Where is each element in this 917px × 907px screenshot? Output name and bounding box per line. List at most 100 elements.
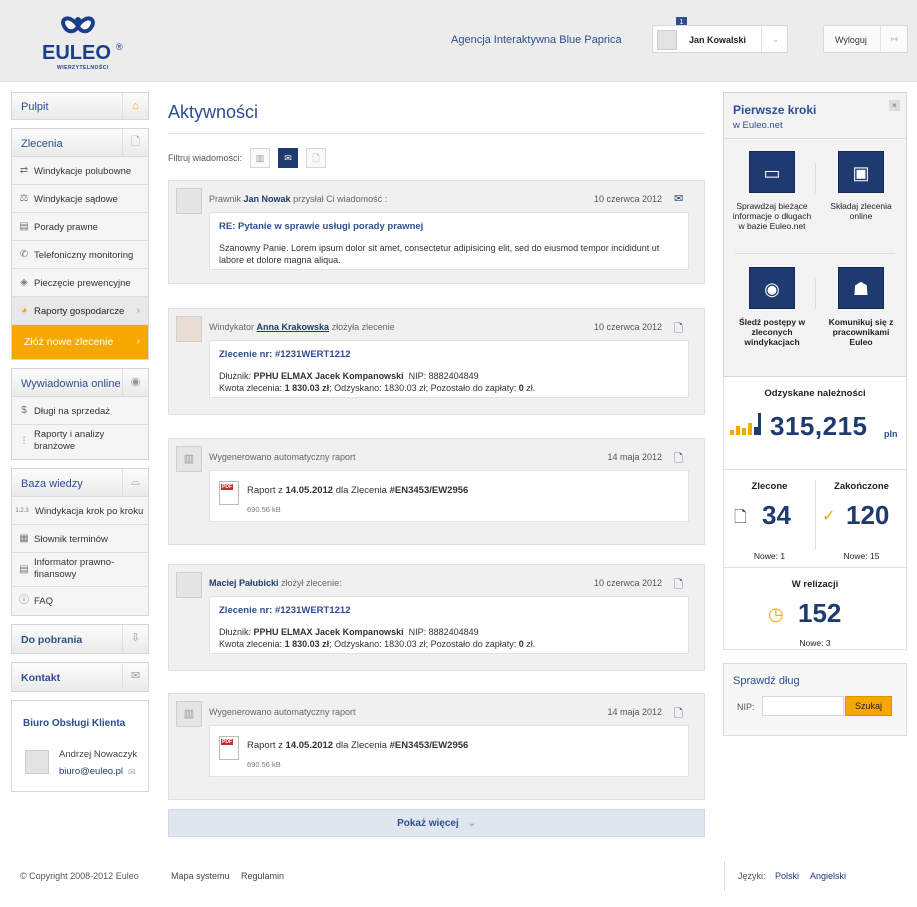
completed-stat[interactable]: Zakończone ✓ 120 Nowe: 15 [816,470,907,568]
activity-header: Wygenerowano automatyczny raport [209,707,356,717]
envelope-icon: ✉ [674,193,684,205]
sender-avatar [176,316,202,342]
logout-button[interactable]: Wyloguj ↦ [823,25,908,53]
sidebar-header-orders[interactable]: Zlecenia 🗋 [12,129,148,157]
right-panel: Pierwsze kroki w Euleo.net × ▭ Sprawdzaj… [723,92,907,736]
sidebar-header-online[interactable]: Wywiadownia online ◉ [12,369,148,397]
sitemap-link[interactable]: Mapa systemu [171,871,230,881]
sidebar-header-label: Kontakt [21,672,61,684]
inbox-icon: ▭ [749,151,795,193]
amount-label: Kwota zlecenia: [219,383,283,393]
step-check-debts[interactable]: ▭ Sprawdzaj bieżące informacje o długach… [731,151,813,231]
person-icon: ☗ [838,267,884,309]
nip-input[interactable] [762,696,844,716]
user-menu[interactable]: Jan Kowalski ⌄ [652,25,788,53]
in-progress-stat[interactable]: W relizacji ◷ 152 Nowe: 3 [723,568,907,650]
search-button[interactable]: Szukaj [845,696,892,716]
report-mid: dla Zlecenia [335,740,387,751]
sidebar-item-faq[interactable]: ⓘ FAQ [12,587,148,615]
sidebar-item-debts-for-sale[interactable]: $ Długi na sprzedaż [12,397,148,425]
report-title[interactable]: Raport z 14.05.2012 dla Zlecenia #EN3453… [247,485,468,496]
chevron-down-icon[interactable]: ⌄ [761,26,789,52]
sidebar-item-business-reports[interactable]: ◕ Raporty gospodarcze › [12,297,148,325]
language-english-link[interactable]: Angielski [810,871,846,881]
sidebar-item-contact[interactable]: Kontakt ✉ [12,663,148,691]
sidebar-item-label: Telefoniczny monitoring [34,250,134,261]
sidebar-item-dictionary[interactable]: ▦ Słownik terminów [12,525,148,553]
language-polish-link[interactable]: Polski [775,871,799,881]
order-number-link[interactable]: Zlecenie nr: #1231WERT1212 [219,349,350,360]
sidebar-item-downloads[interactable]: Do pobrania ⇩ [12,625,148,653]
dictionary-icon: ▦ [19,533,29,544]
sender-role: Windykator [209,322,255,332]
logo-mark-icon [61,16,95,34]
terms-link[interactable]: Regulamin [241,871,284,881]
sidebar-item-court[interactable]: ⚖ Windykacje sądowe [12,185,148,213]
sender-link[interactable]: Jan Nowak [244,194,291,204]
euleo-logo[interactable]: EULEO ® WIERZYTELNOŚCI [42,12,132,72]
sidebar-item-dashboard[interactable]: Pulpit ⌂ [12,93,148,119]
sidebar-item-legal-advice[interactable]: ▤ Porady prawne [12,213,148,241]
activity-header: Wygenerowano automatyczny raport [209,452,356,462]
first-steps-title: Pierwsze kroki [733,103,817,117]
mail-icon[interactable]: ✉ [128,767,136,778]
step-order-online[interactable]: ▣ Składaj zlecenia online [820,151,902,221]
sidebar-item-industry-reports[interactable]: ⫶ Raporty i analizy branżowe [12,425,148,459]
activity-date: 14 maja 2012 [607,452,662,462]
activity-title-bar: Aktywności [168,92,705,134]
sidebar-item-stamps[interactable]: ◈ Pieczęcie prewencyjne [12,269,148,297]
sidebar-item-amicable[interactable]: ⇄ Windykacje polubowne [12,157,148,185]
report-avatar: ▥ [176,446,202,472]
in-progress-new: Nowe: 3 [799,638,831,648]
sidebar-group-dashboard: Pulpit ⌂ [11,92,149,120]
sidebar-item-phone-monitoring[interactable]: ✆ Telefoniczny monitoring [12,241,148,269]
sidebar: Pulpit ⌂ Zlecenia 🗋 ⇄ Windykacje polubow… [11,92,149,792]
book-icon: ▤ [19,221,29,232]
ordered-stat[interactable]: Zlecone 🗋 34 Nowe: 1 [724,470,815,568]
sender-link[interactable]: Maciej Pałubicki [209,578,279,588]
sidebar-item-label: Słownik terminów [34,534,108,545]
in-progress-value: 152 [798,598,842,628]
chevron-right-icon: › [136,305,140,316]
divider [724,861,725,891]
agent-avatar [25,750,49,774]
show-more-button[interactable]: Pokaż więcej ⌄ [168,809,705,837]
sidebar-item-label: Długi na sprzedaż [34,406,111,417]
new-document-icon: 🗋 [674,708,683,720]
file-size: 690.56 kB [247,505,281,514]
bar-chart-icon: ▥ [255,153,265,163]
filter-messages-button[interactable]: ✉ [278,148,298,168]
pdf-label: PDF [221,484,233,490]
completed-value: 120 [846,500,890,530]
step-track-progress[interactable]: ◉ Śledź postępy w zleconych windykacjach [731,267,813,347]
sidebar-item-legal-finance-info[interactable]: ▤ Informator prawno-finansowy [12,553,148,587]
pdf-icon[interactable]: PDF [219,481,239,505]
sender-link[interactable]: Anna Krakowska [257,322,330,332]
in-progress-title: W relizacji [791,579,839,590]
debtor-label: Dłużnik: [219,371,252,381]
gavel-icon: ⚖ [19,193,29,204]
report-mid: dla Zlecenia [335,485,387,496]
sidebar-item-label: FAQ [34,596,54,607]
left-unit: zł. [526,639,536,649]
order-details: Dłużnik: PPHU ELMAX Jacek Kompanowski NI… [219,370,679,394]
sidebar-item-label: Raporty i analizy branżowe [34,429,105,452]
new-document-icon: 🗋 [122,129,148,156]
close-icon[interactable]: × [889,100,900,111]
sidebar-item-step-by-step[interactable]: 1.2.3 Windykacja krok po kroku [12,497,148,525]
report-title[interactable]: Raport z 14.05.2012 dla Zlecenia #EN3453… [247,740,468,751]
new-order-button[interactable]: Złóż nowe zlecenie › [12,325,148,359]
message-subject-link[interactable]: RE: Pytanie w sprawie usługi porady praw… [219,221,423,232]
debtor-name: PPHU ELMAX Jacek Kompanowski [253,371,404,381]
order-counts: Zlecone 🗋 34 Nowe: 1 Zakończone ✓ 120 No… [723,470,907,568]
order-number-link[interactable]: Zlecenie nr: #1231WERT1212 [219,605,350,616]
divider [815,279,816,309]
step-communicate[interactable]: ☗ Komunikuj się z pracownikami Euleo [820,267,902,347]
filter-orders-button[interactable]: 🗋 [306,148,326,168]
filter-reports-button[interactable]: ▥ [250,148,270,168]
sidebar-header-knowledge[interactable]: Baza wiedzy ⌓ [12,469,148,497]
nip-value: 8882404849 [428,627,479,637]
agent-email-link[interactable]: biuro@euleo.pl [59,766,123,777]
agency-link[interactable]: Agencja Interaktywna Blue Paprica [451,34,622,46]
pdf-icon[interactable]: PDF [219,736,239,760]
